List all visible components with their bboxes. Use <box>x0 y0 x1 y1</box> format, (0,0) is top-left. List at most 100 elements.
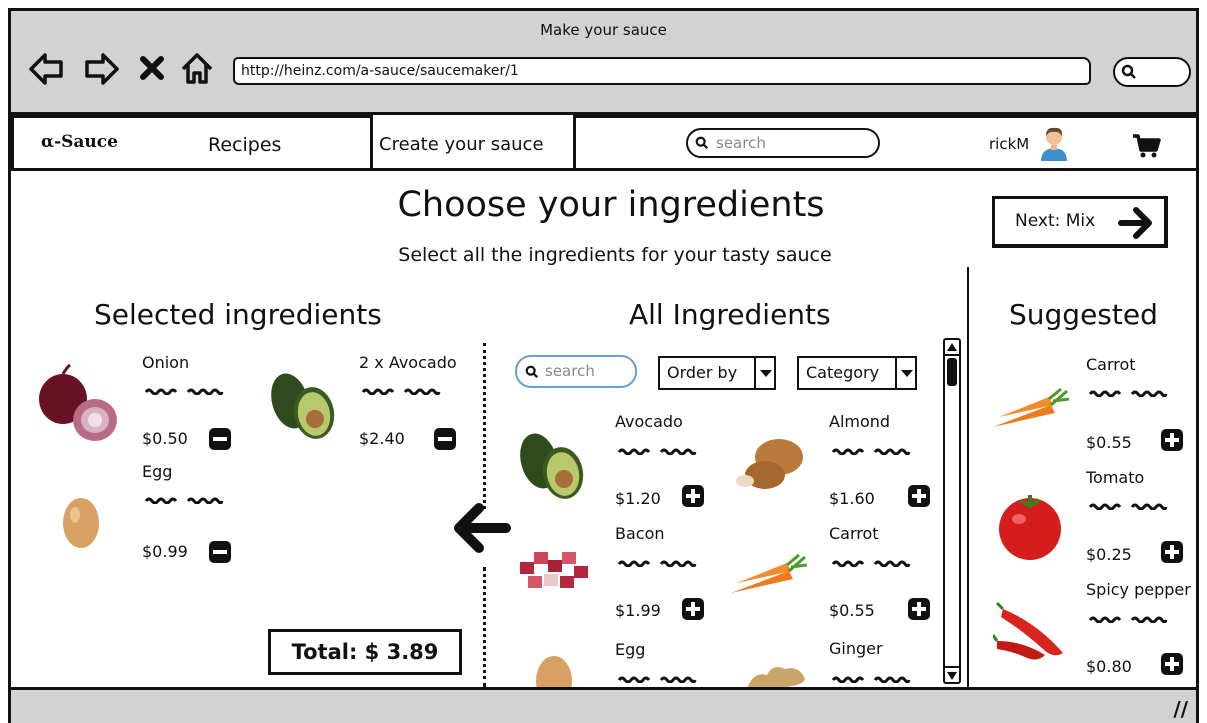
item-description-placeholder <box>1088 502 1172 510</box>
user-avatar-icon[interactable] <box>1039 125 1069 161</box>
suggested-title: Suggested <box>1009 298 1158 331</box>
item-description-placeholder <box>831 559 915 567</box>
item-name: Bacon <box>615 524 665 543</box>
add-button[interactable] <box>1161 653 1183 675</box>
pepper-image <box>993 601 1063 660</box>
site-search-input[interactable]: search <box>686 128 880 158</box>
item-name: Egg <box>142 462 173 481</box>
add-button[interactable] <box>1161 541 1183 563</box>
ingredients-scrollbar[interactable] <box>943 338 961 684</box>
item-price: $0.55 <box>1086 433 1132 452</box>
column-divider-dotted <box>483 343 486 509</box>
add-button[interactable] <box>908 485 930 507</box>
resize-grip-icon[interactable]: // <box>1173 697 1188 721</box>
tomato-image <box>999 495 1061 560</box>
search-icon <box>1121 64 1137 80</box>
address-bar[interactable]: http://heinz.com/a-sauce/saucemaker/1 <box>233 57 1091 85</box>
item-price: $0.25 <box>1086 545 1132 564</box>
carrot-image <box>731 553 808 593</box>
item-name: Avocado <box>615 412 683 431</box>
browser-statusbar: // <box>11 687 1196 723</box>
item-price: $0.80 <box>1086 657 1132 676</box>
item-description-placeholder <box>1088 389 1172 397</box>
column-divider-solid <box>967 267 969 691</box>
ingredient-search-input[interactable]: search <box>515 355 637 388</box>
scroll-down-icon[interactable] <box>945 666 959 682</box>
browser-search-field[interactable] <box>1113 57 1191 87</box>
item-price: $0.55 <box>829 601 875 620</box>
scroll-thumb[interactable] <box>947 358 957 386</box>
item-description-placeholder <box>1088 615 1172 623</box>
scroll-up-icon[interactable] <box>945 340 959 356</box>
search-icon <box>525 365 539 379</box>
site-search-placeholder: search <box>716 134 766 152</box>
item-description-placeholder <box>617 559 701 567</box>
item-name: Egg <box>615 640 646 659</box>
item-description-placeholder <box>617 675 701 683</box>
category-dropdown[interactable]: Category <box>797 356 917 390</box>
selected-ingredients-title: Selected ingredients <box>94 298 382 331</box>
category-label: Category <box>806 363 880 382</box>
item-price: $1.20 <box>615 489 661 508</box>
add-button[interactable] <box>908 598 930 620</box>
item-description-placeholder <box>831 447 915 455</box>
next-mix-label: Next: Mix <box>1015 211 1096 231</box>
item-name: Carrot <box>829 524 879 543</box>
arrow-right-icon <box>1118 207 1152 239</box>
nav-create-sauce[interactable]: Create your sauce <box>379 134 544 155</box>
carrot-image <box>993 387 1070 427</box>
order-by-label: Order by <box>667 363 738 382</box>
item-description-placeholder <box>144 496 228 504</box>
avocado-image <box>520 433 584 499</box>
column-divider-dotted <box>483 567 486 687</box>
cart-icon[interactable] <box>1131 133 1161 159</box>
item-price: $1.60 <box>829 489 875 508</box>
remove-button[interactable] <box>209 541 231 563</box>
item-price: $1.99 <box>615 601 661 620</box>
item-name: Almond <box>829 412 891 431</box>
chevron-down-icon <box>754 358 774 388</box>
item-name: Ginger <box>829 639 883 658</box>
home-icon[interactable] <box>177 49 217 89</box>
item-price: $0.50 <box>142 429 188 448</box>
add-button[interactable] <box>682 485 704 507</box>
item-name: Carrot <box>1086 355 1136 374</box>
nav-right-box <box>573 115 1196 171</box>
window-title: Make your sauce <box>540 21 667 39</box>
item-description-placeholder <box>617 447 701 455</box>
item-name: 2 x Avocado <box>359 353 457 372</box>
close-icon[interactable] <box>133 49 173 89</box>
next-mix-button[interactable]: Next: Mix <box>992 196 1168 248</box>
remove-button[interactable] <box>434 428 456 450</box>
browser-titlebar: Make your sauce http://heinz.com/a-sauce… <box>11 11 1196 115</box>
browser-window: Make your sauce http://heinz.com/a-sauce… <box>8 8 1199 723</box>
onion-image <box>39 363 117 441</box>
item-description-placeholder <box>361 387 445 395</box>
ingredient-search-placeholder: search <box>545 362 595 380</box>
chevron-down-icon <box>895 358 915 388</box>
item-name: Spicy pepper <box>1086 580 1191 599</box>
avocado-image <box>271 373 335 439</box>
item-name: Onion <box>142 353 190 372</box>
nav-recipes[interactable]: Recipes <box>208 134 281 156</box>
order-by-dropdown[interactable]: Order by <box>658 356 776 390</box>
search-icon <box>695 136 709 150</box>
remove-button[interactable] <box>209 428 231 450</box>
all-ingredients-title: All Ingredients <box>629 298 831 331</box>
back-arrow-icon[interactable] <box>27 49 67 89</box>
forward-arrow-icon[interactable] <box>81 49 121 89</box>
bacon-image <box>520 552 588 588</box>
add-button[interactable] <box>1161 429 1183 451</box>
brand-logo[interactable]: α-Sauce <box>41 132 118 152</box>
item-description-placeholder <box>831 675 915 683</box>
item-description-placeholder <box>144 387 228 395</box>
user-name[interactable]: rickM <box>989 135 1029 153</box>
item-price: $2.40 <box>359 429 405 448</box>
site-navbar: α-Sauce Recipes Create your sauce search… <box>11 115 1196 171</box>
item-price: $0.99 <box>142 542 188 561</box>
egg-image <box>63 498 99 548</box>
item-name: Tomato <box>1086 468 1145 487</box>
add-button[interactable] <box>682 598 704 620</box>
arrow-left-icon[interactable] <box>451 500 511 556</box>
almond-image <box>736 439 803 489</box>
